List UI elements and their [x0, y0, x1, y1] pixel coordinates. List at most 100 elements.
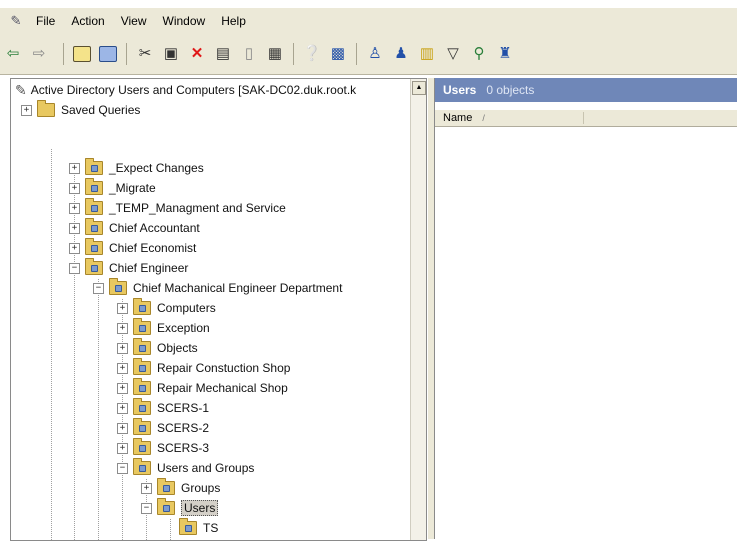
tree-item-label: Objects: [157, 341, 198, 355]
collapse-icon[interactable]: −: [117, 462, 128, 474]
menu-help[interactable]: Help: [221, 14, 246, 28]
tree-item[interactable]: + Repair Constuction Shop: [117, 358, 291, 377]
expand-icon[interactable]: +: [69, 182, 80, 194]
tree-item[interactable]: + Objects: [117, 338, 198, 357]
toolbar-separator: [126, 43, 127, 65]
new-ou-icon[interactable]: ▥: [416, 43, 438, 65]
expand-icon[interactable]: +: [21, 104, 32, 116]
ou-folder-icon: [157, 478, 175, 495]
show-hide-tree-icon[interactable]: [97, 43, 119, 65]
tree-item-label: Repair Constuction Shop: [157, 361, 291, 375]
tree-item[interactable]: + Groups: [141, 478, 220, 497]
vertical-scrollbar[interactable]: ▲: [410, 79, 426, 540]
sort-indicator-icon: /: [482, 113, 485, 123]
ou-folder-icon: [85, 238, 103, 255]
tree-connector: [170, 519, 171, 540]
ou-folder-icon: [133, 338, 151, 355]
menu-file[interactable]: File: [36, 14, 55, 28]
expand-icon[interactable]: +: [117, 382, 128, 394]
expand-icon[interactable]: +: [117, 422, 128, 434]
tree-item[interactable]: + _Migrate: [69, 178, 156, 197]
tree-item[interactable]: + _TEMP_Managment and Service: [69, 198, 286, 217]
expand-icon[interactable]: +: [69, 222, 80, 234]
tree-pane[interactable]: ✎ Active Directory Users and Computers […: [10, 78, 427, 541]
tree-item[interactable]: + _Expect Changes: [69, 158, 204, 177]
tree-root[interactable]: ✎ Active Directory Users and Computers […: [15, 81, 356, 99]
forward-icon[interactable]: ⇨: [28, 43, 50, 65]
ou-folder-icon: [133, 378, 151, 395]
menu-view[interactable]: View: [121, 14, 147, 28]
scroll-up-icon[interactable]: ▲: [412, 81, 426, 95]
console-icon[interactable]: ▩: [327, 43, 349, 65]
tree-item-label: Computers: [157, 301, 216, 315]
ou-folder-icon: [85, 178, 103, 195]
column-header-label: Name: [443, 112, 473, 124]
menu-bar: ✎ File Action View Window Help: [0, 8, 737, 34]
tree-item-label: SCERS-2: [157, 421, 210, 435]
collapse-icon[interactable]: −: [141, 502, 152, 514]
ou-folder-icon: [133, 398, 151, 415]
tree-item[interactable]: + Chief Economist: [69, 238, 197, 257]
new-group-icon[interactable]: ♟: [390, 43, 412, 65]
ou-folder-icon: [85, 198, 103, 215]
expand-icon[interactable]: +: [117, 402, 128, 414]
tree-item-selected[interactable]: − Users: [141, 498, 219, 517]
tree-connector: [51, 149, 52, 540]
ou-folder-icon: [85, 258, 103, 275]
expand-icon[interactable]: +: [117, 442, 128, 454]
up-folder-icon[interactable]: [71, 43, 93, 65]
details-title: Users: [443, 83, 477, 97]
tree-item[interactable]: − Users and Groups: [117, 458, 255, 477]
tree-item[interactable]: + Computers: [117, 298, 216, 317]
tree-item-saved-queries[interactable]: + Saved Queries: [21, 100, 140, 119]
tree-item-label: Chief Economist: [109, 241, 197, 255]
folder-icon: [37, 100, 55, 117]
cut-icon[interactable]: ✂: [134, 43, 156, 65]
expand-icon[interactable]: +: [117, 362, 128, 374]
tree-connector: [98, 279, 99, 540]
tree-item[interactable]: TS: [179, 518, 218, 537]
app-icon: ✎: [10, 13, 22, 28]
new-user-icon[interactable]: ♙: [364, 43, 386, 65]
filter-icon[interactable]: ▽: [442, 43, 464, 65]
tree-item[interactable]: + SCERS-3: [117, 438, 210, 457]
expand-icon[interactable]: +: [117, 342, 128, 354]
tree-item-label: Exception: [157, 321, 210, 335]
expand-icon[interactable]: +: [69, 242, 80, 254]
tree-item-label: SCERS-1: [157, 401, 210, 415]
tree-item-label: SCERS-3: [157, 441, 210, 455]
expand-icon[interactable]: +: [117, 302, 128, 314]
column-header-name[interactable]: Name /: [435, 112, 584, 124]
details-header: Users 0 objects: [435, 78, 737, 102]
toolbar-separator: [63, 43, 64, 65]
tree-item[interactable]: − Chief Engineer: [69, 258, 189, 277]
tree-item[interactable]: + Repair Mechanical Shop: [117, 378, 288, 397]
collapse-icon[interactable]: −: [69, 262, 80, 274]
column-header-row: Name /: [435, 110, 737, 127]
collapse-icon[interactable]: −: [93, 282, 104, 294]
delete-icon[interactable]: ✕: [186, 43, 208, 65]
menu-action[interactable]: Action: [71, 14, 104, 28]
tree-item[interactable]: − Chief Machanical Engineer Department: [93, 278, 342, 297]
back-icon[interactable]: ⇦: [2, 43, 24, 65]
expand-icon[interactable]: +: [141, 482, 152, 494]
expand-icon[interactable]: +: [117, 322, 128, 334]
copy-icon[interactable]: ▣: [160, 43, 182, 65]
export-icon[interactable]: ▯: [238, 43, 260, 65]
tree-item[interactable]: + SCERS-1: [117, 398, 210, 417]
tree-item[interactable]: + Chief Accountant: [69, 218, 200, 237]
tree-item-label: Users: [181, 500, 219, 516]
tree-item-label: Chief Engineer: [109, 261, 189, 275]
toolbar: ⇦ ⇨ ✂ ▣ ✕ ▤ ▯ ▦ ❔ ▩ ♙ ♟ ▥ ▽ ⚲ ♜: [0, 34, 737, 75]
help-icon[interactable]: ❔: [301, 43, 323, 65]
properties-icon[interactable]: ▤: [212, 43, 234, 65]
tree-item[interactable]: + Exception: [117, 318, 210, 337]
tree-item-label: Users and Groups: [157, 461, 255, 475]
expand-icon[interactable]: +: [69, 162, 80, 174]
menu-window[interactable]: Window: [163, 14, 206, 28]
find-icon[interactable]: ⚲: [468, 43, 490, 65]
tree-item[interactable]: + SCERS-2: [117, 418, 210, 437]
refresh-icon[interactable]: ▦: [264, 43, 286, 65]
expand-icon[interactable]: +: [69, 202, 80, 214]
add-to-group-icon[interactable]: ♜: [494, 43, 516, 65]
